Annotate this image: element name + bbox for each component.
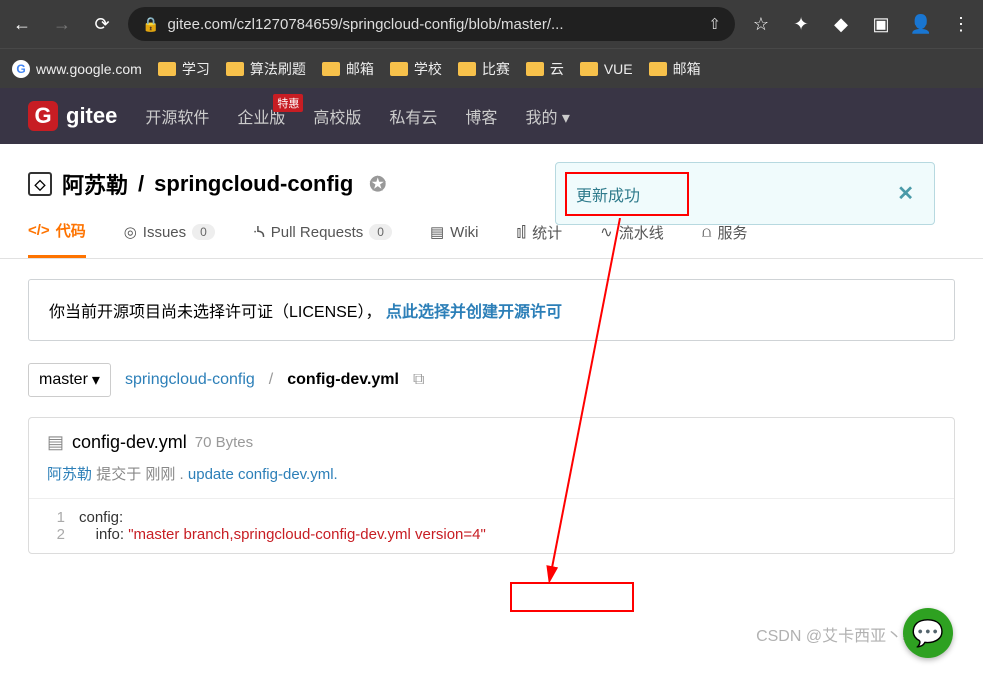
bookmark-item[interactable]: 邮箱 (649, 59, 701, 79)
reload-button[interactable]: ⟳ (88, 10, 116, 38)
repo-header: ◇ 阿苏勒 / springcloud-config ✪ 更新成功 ✕ (0, 144, 983, 200)
folder-icon (649, 62, 667, 76)
gitee-logo[interactable]: G gitee (28, 101, 117, 131)
share-icon[interactable]: ⇧ (708, 15, 721, 33)
repo-owner[interactable]: 阿苏勒 (62, 168, 128, 200)
code-body: 1config: 2 info: "master branch,springcl… (29, 499, 954, 553)
nav-mine[interactable]: 我的 ▾ (525, 104, 570, 128)
bookmark-item[interactable]: 云 (526, 59, 564, 79)
bookmark-item[interactable]: 算法刷题 (226, 59, 306, 79)
nav-blog[interactable]: 博客 (465, 104, 497, 128)
tab-issues[interactable]: ◎ Issues 0 (124, 220, 215, 258)
nav-open-source[interactable]: 开源软件 (145, 104, 209, 128)
bookmark-item[interactable]: 比赛 (458, 59, 510, 79)
page-content: G gitee 开源软件 企业版特惠 高校版 私有云 博客 我的 ▾ ◇ 阿苏勒… (0, 88, 983, 678)
folder-icon (390, 62, 408, 76)
license-notice: 你当前开源项目尚未选择许可证（LICENSE）， 点此选择并创建开源许可 (28, 279, 955, 341)
tab-pr[interactable]: ᔀ Pull Requests 0 (253, 220, 392, 258)
folder-icon (458, 62, 476, 76)
menu-icon[interactable]: ⋮ (947, 10, 975, 38)
success-toast: 更新成功 ✕ (555, 162, 935, 225)
path-row: master ▾ springcloud-config / config-dev… (28, 363, 955, 397)
file-name: config-dev.yml (72, 432, 187, 453)
nav-enterprise[interactable]: 企业版特惠 (237, 104, 285, 128)
repo-icon: ◇ (28, 172, 52, 196)
sep: / (138, 171, 144, 197)
toast-text: 更新成功 (576, 182, 640, 206)
forward-button[interactable]: → (48, 10, 76, 38)
ext-icon[interactable]: ◆ (827, 10, 855, 38)
commit-msg[interactable]: update config-dev.yml. (188, 466, 338, 483)
badge-sale: 特惠 (273, 94, 303, 112)
folder-icon (526, 62, 544, 76)
profile-icon[interactable]: 👤 (907, 10, 935, 38)
close-icon[interactable]: ✕ (897, 181, 914, 206)
path-sep: / (269, 371, 273, 389)
license-link[interactable]: 点此选择并创建开源许可 (386, 304, 562, 321)
bookmark-item[interactable]: VUE (580, 61, 633, 77)
star-icon[interactable]: ☆ (747, 10, 775, 38)
folder-icon (158, 62, 176, 76)
repo-name[interactable]: springcloud-config (154, 171, 353, 197)
tab-code[interactable]: </> 代码 (28, 220, 86, 258)
gitee-logo-icon: G (28, 101, 58, 131)
folder-icon (226, 62, 244, 76)
bookmark-item[interactable]: 学习 (158, 59, 210, 79)
back-button[interactable]: ← (8, 10, 36, 38)
nav-private[interactable]: 私有云 (389, 104, 437, 128)
panel-icon[interactable]: ▣ (867, 10, 895, 38)
code-line: info: "master branch,springcloud-config-… (79, 526, 954, 543)
bookmark-item[interactable]: 邮箱 (322, 59, 374, 79)
folder-icon (580, 62, 598, 76)
browser-toolbar: ← → ⟳ 🔒 gitee.com/czl1270784659/springcl… (0, 0, 983, 48)
tab-wiki[interactable]: ▤ Wiki (430, 220, 479, 258)
nav-edu[interactable]: 高校版 (313, 104, 361, 128)
gitee-navbar: G gitee 开源软件 企业版特惠 高校版 私有云 博客 我的 ▾ (0, 88, 983, 144)
file-icon: ▤ (47, 432, 64, 453)
tab-stats[interactable]: ⫾⫿ 统计 (517, 220, 563, 258)
bookmark-bar: Gwww.google.com 学习 算法刷题 邮箱 学校 比赛 云 VUE 邮… (0, 48, 983, 88)
extensions-icon[interactable]: ✦ (787, 10, 815, 38)
address-bar[interactable]: 🔒 gitee.com/czl1270784659/springcloud-co… (128, 7, 735, 41)
lock-icon: 🔒 (142, 16, 159, 33)
copy-icon[interactable]: ⧉ (413, 371, 424, 389)
url-text: gitee.com/czl1270784659/springcloud-conf… (167, 16, 563, 33)
path-file: config-dev.yml (287, 371, 399, 389)
code-line: config: (79, 509, 954, 526)
path-repo[interactable]: springcloud-config (125, 371, 255, 389)
file-viewer: ▤ config-dev.yml 70 Bytes 阿苏勒 提交于 刚刚 . u… (28, 417, 955, 554)
branch-selector[interactable]: master ▾ (28, 363, 111, 397)
commit-author[interactable]: 阿苏勒 (47, 466, 92, 483)
bookmark-item[interactable]: 学校 (390, 59, 442, 79)
folder-icon (322, 62, 340, 76)
file-size: 70 Bytes (195, 434, 253, 451)
google-icon: G (12, 60, 30, 78)
fab-button[interactable]: 💬 (903, 608, 953, 658)
award-icon[interactable]: ✪ (369, 172, 386, 197)
tab-pipeline[interactable]: ∿ 流水线 (600, 220, 664, 258)
tab-service[interactable]: ⩍ 服务 (702, 220, 748, 258)
bookmark-item[interactable]: Gwww.google.com (12, 60, 142, 78)
